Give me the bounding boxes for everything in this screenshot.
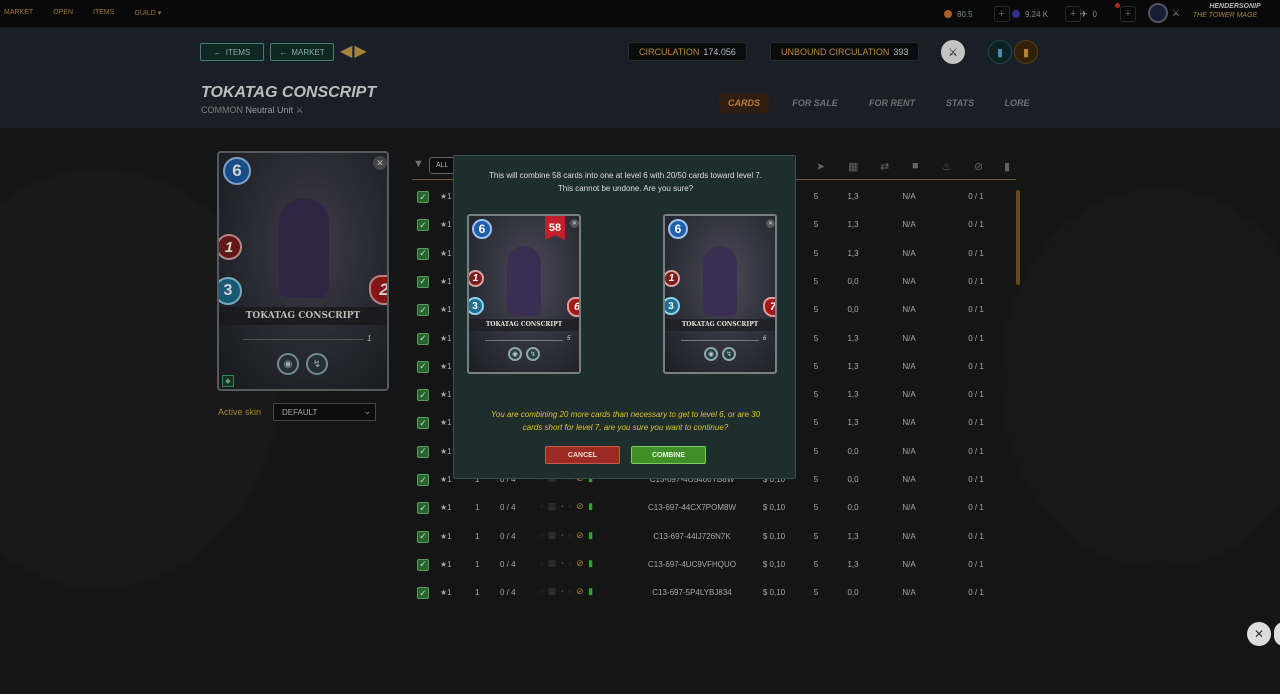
- card-name-banner: TOKATAG CONSCRIPT: [665, 319, 775, 331]
- card-level: 5: [567, 336, 571, 342]
- combine-confirm-dialog: This will combine 58 cards into one at l…: [453, 155, 796, 479]
- ability-shield-icon: ◉: [704, 347, 718, 361]
- ability-shield-icon: ◉: [508, 347, 522, 361]
- health-badge: 7: [763, 297, 775, 317]
- attack-badge: 1: [665, 270, 680, 287]
- combine-warning: You are combining 20 more cards than nec…: [490, 410, 761, 432]
- card-after: 6 ✕ 1 3 7 TOKATAG CONSCRIPT 6 ◉ ↯: [663, 214, 777, 374]
- card-character: [507, 246, 541, 316]
- ability-swift-icon: ↯: [722, 347, 736, 361]
- card-level: 6: [763, 336, 767, 342]
- combine-button[interactable]: COMBINE: [631, 446, 706, 464]
- close-chat-button[interactable]: ✕: [1247, 622, 1271, 646]
- mana-badge: 6: [668, 219, 688, 239]
- card-name-banner: TOKATAG CONSCRIPT: [469, 319, 579, 331]
- combine-message: This will combine 58 cards into one at l…: [488, 171, 763, 193]
- attack-badge: 1: [469, 270, 484, 287]
- card-character: [703, 246, 737, 316]
- ability-swift-icon: ↯: [526, 347, 540, 361]
- level-bar: [681, 340, 759, 341]
- cancel-button[interactable]: CANCEL: [545, 446, 620, 464]
- close-icon[interactable]: ✕: [766, 219, 775, 228]
- card-before: 6 58 ✕ 1 3 6 TOKATAG CONSCRIPT 5 ◉ ↯: [467, 214, 581, 374]
- close-icon[interactable]: ✕: [570, 219, 579, 228]
- health-badge: 6: [567, 297, 579, 317]
- level-bar: [485, 340, 563, 341]
- mana-badge: 6: [472, 219, 492, 239]
